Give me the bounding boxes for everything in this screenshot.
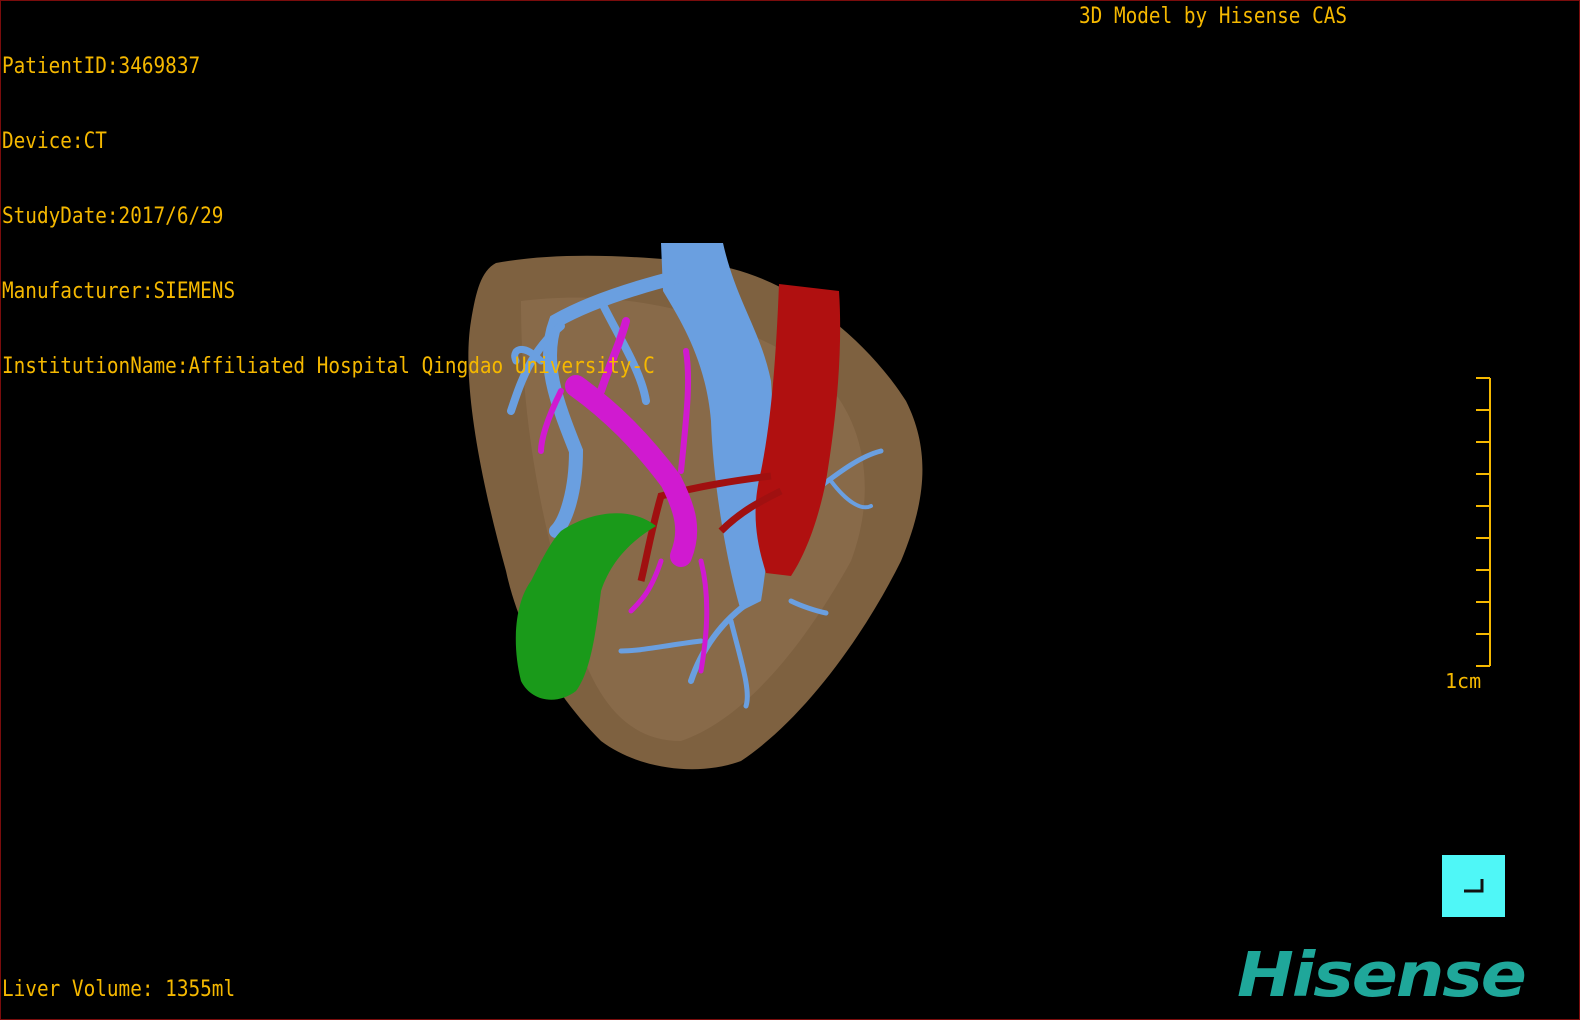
liver-volume: Liver Volume: 1355ml: [2, 977, 236, 1002]
corner-bracket-icon: [1464, 879, 1484, 893]
hisense-logo: Hisense: [1237, 939, 1527, 1012]
patient-info: PatientID:3469837 Device:CT StudyDate:20…: [2, 4, 655, 429]
scale-bar: [1476, 377, 1491, 667]
scale-bar-label: 1cm: [1445, 669, 1482, 693]
manufacturer: Manufacturer:SIEMENS: [2, 279, 236, 304]
device: Device:CT: [2, 129, 107, 154]
patient-id: PatientID:3469837: [2, 54, 201, 79]
3d-viewport[interactable]: PatientID:3469837 Device:CT StudyDate:20…: [0, 0, 1580, 1020]
institution-name: InstitutionName:Affiliated Hospital Qing…: [2, 354, 655, 379]
model-credit: 3D Model by Hisense CAS: [1079, 4, 1348, 29]
corner-view-button[interactable]: [1442, 855, 1505, 917]
study-date: StudyDate:2017/6/29: [2, 204, 224, 229]
